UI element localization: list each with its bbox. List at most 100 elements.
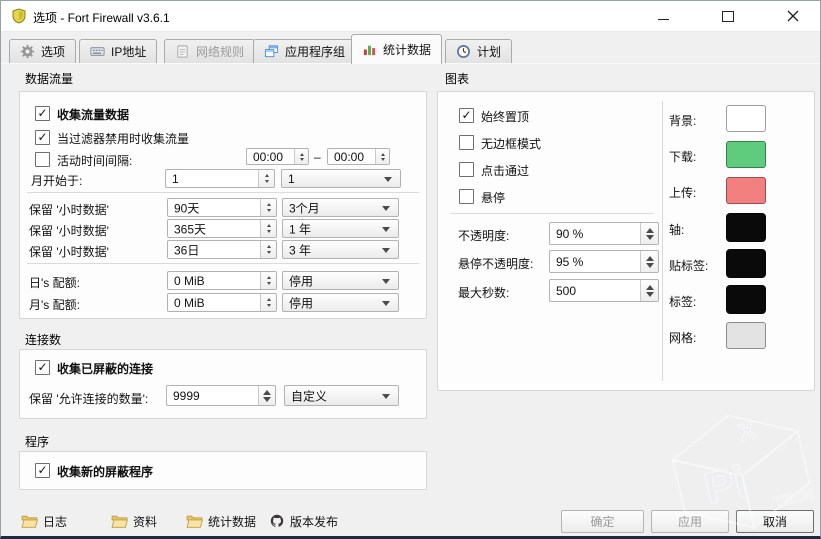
time-range-dash: – [314, 150, 321, 164]
opacity-spinbox[interactable]: 90 % [549, 222, 659, 245]
tab-ip-addresses[interactable]: IP地址 [79, 39, 157, 63]
hover-checkbox[interactable] [459, 189, 474, 204]
watermark-top-text: X [737, 417, 759, 447]
up-arrow-icon [267, 276, 271, 279]
spinner-buttons[interactable] [260, 294, 276, 311]
footer-logs-label: 日志 [43, 513, 67, 530]
tab-statistics[interactable]: 统计数据 [351, 34, 442, 64]
spinner-buttons[interactable] [258, 170, 274, 187]
collect-new-blocked-checkbox[interactable]: ✓ [35, 463, 50, 478]
divider [451, 213, 653, 214]
keep-day-label: 保留 '小时数据' [29, 222, 109, 239]
spinner-buttons[interactable] [375, 149, 389, 164]
spinner-buttons[interactable] [260, 220, 276, 237]
keep-allowed-spinbox[interactable]: 9999 [166, 385, 276, 406]
spinner-buttons[interactable] [260, 199, 276, 216]
tab-options[interactable]: 选项 [9, 39, 76, 63]
ok-button[interactable]: 确定 [561, 510, 644, 533]
frameless-label: 无边框模式 [481, 135, 541, 152]
collect-blocked-label: 收集已屏蔽的连接 [57, 360, 153, 377]
month-start-combobox[interactable]: 1 [281, 169, 401, 188]
spinner-buttons[interactable] [640, 280, 658, 301]
always-on-top-label: 始终置顶 [481, 108, 529, 125]
tab-schedule[interactable]: 计划 [445, 39, 512, 63]
active-period-to-spinbox[interactable]: 00:00 [327, 148, 390, 165]
collect-when-disabled-checkbox[interactable]: ✓ [35, 130, 50, 145]
chevron-down-icon [382, 248, 390, 253]
collect-blocked-checkbox[interactable]: ✓ [35, 360, 50, 375]
apply-button[interactable]: 应用 [651, 510, 729, 533]
up-arrow-icon [300, 153, 304, 156]
hover-opacity-spinbox[interactable]: 95 % [549, 250, 659, 273]
divider [27, 263, 419, 264]
keyboard-icon [90, 44, 105, 59]
footer-profile-button[interactable]: 资料 [111, 509, 157, 533]
month-quota-combobox[interactable]: 停用 [282, 293, 399, 312]
hover-opacity-label: 悬停不透明度: [458, 255, 533, 272]
keep-month-spinbox[interactable]: 36日 [167, 240, 277, 259]
close-button[interactable] [770, 1, 816, 31]
tab-label: 计划 [477, 43, 501, 60]
tick-label-color-swatch[interactable] [726, 249, 766, 278]
tab-app-groups[interactable]: 应用程序组 [253, 39, 356, 63]
spinner-buttons[interactable] [294, 149, 308, 164]
spinner-buttons[interactable] [258, 386, 275, 405]
axis-color-label: 轴: [669, 221, 684, 238]
axis-color-swatch[interactable] [726, 213, 766, 242]
always-on-top-checkbox[interactable]: ✓ [459, 108, 474, 123]
footer-releases-button[interactable]: 版本发布 [269, 509, 338, 533]
windows-icon [264, 44, 279, 59]
up-arrow-icon [267, 224, 271, 227]
keep-hour-combobox[interactable]: 3个月 [282, 198, 399, 217]
month-start-spinbox[interactable]: 1 [165, 169, 275, 188]
collect-traffic-checkbox[interactable]: ✓ [35, 106, 50, 121]
frameless-checkbox[interactable] [459, 135, 474, 150]
max-seconds-value: 500 [556, 284, 576, 298]
active-period-from-spinbox[interactable]: 00:00 [246, 148, 309, 165]
footer-statistics-button[interactable]: 统计数据 [186, 509, 256, 533]
keep-day-combobox[interactable]: 1 年 [282, 219, 399, 238]
down-arrow-icon [267, 282, 271, 285]
tab-network-rules[interactable]: 网络规则 [164, 39, 255, 63]
footer-logs-button[interactable]: 日志 [21, 509, 67, 533]
combo-value: 停用 [289, 294, 313, 311]
keep-hour-value: 90天 [174, 199, 199, 216]
keep-hour-label: 保留 '小时数据' [29, 201, 109, 218]
title-bar[interactable]: 选项 - Fort Firewall v3.6.1 [1, 1, 820, 32]
grid-color-swatch[interactable] [726, 322, 766, 349]
maximize-button[interactable] [705, 1, 751, 31]
hover-label: 悬停 [481, 189, 505, 206]
keep-month-value: 36日 [174, 241, 199, 258]
watermark-side-text: TECH [772, 485, 816, 511]
chevron-down-icon [382, 206, 390, 211]
keep-hour-spinbox[interactable]: 90天 [167, 198, 277, 217]
upload-color-swatch[interactable] [726, 177, 766, 204]
spinner-buttons[interactable] [260, 241, 276, 258]
window-title: 选项 - Fort Firewall v3.6.1 [33, 9, 170, 26]
up-arrow-icon [263, 390, 271, 395]
spinner-buttons[interactable] [260, 272, 276, 289]
keep-allowed-combobox[interactable]: 自定义 [284, 385, 399, 406]
combo-value: 1 [288, 172, 295, 186]
app-shield-icon [11, 8, 27, 24]
background-color-swatch[interactable] [726, 105, 766, 132]
spinner-buttons[interactable] [640, 223, 658, 244]
download-color-swatch[interactable] [726, 141, 766, 168]
click-through-checkbox[interactable] [459, 162, 474, 177]
label-color-swatch[interactable] [726, 285, 766, 314]
month-quota-spinbox[interactable]: 0 MiB [167, 293, 277, 312]
keep-month-combobox[interactable]: 3 年 [282, 240, 399, 259]
down-arrow-icon [265, 180, 269, 183]
day-quota-combobox[interactable]: 停用 [282, 271, 399, 290]
up-arrow-icon [646, 285, 654, 290]
max-seconds-spinbox[interactable]: 500 [549, 279, 659, 302]
collect-new-blocked-label: 收集新的屏蔽程序 [57, 463, 153, 480]
keep-day-spinbox[interactable]: 365天 [167, 219, 277, 238]
opacity-label: 不透明度: [458, 227, 509, 244]
spinner-buttons[interactable] [640, 251, 658, 272]
day-quota-spinbox[interactable]: 0 MiB [167, 271, 277, 290]
active-period-checkbox[interactable] [35, 152, 50, 167]
cancel-button[interactable]: 取消 [736, 510, 814, 533]
close-icon [787, 10, 799, 22]
minimize-button[interactable] [640, 1, 686, 31]
